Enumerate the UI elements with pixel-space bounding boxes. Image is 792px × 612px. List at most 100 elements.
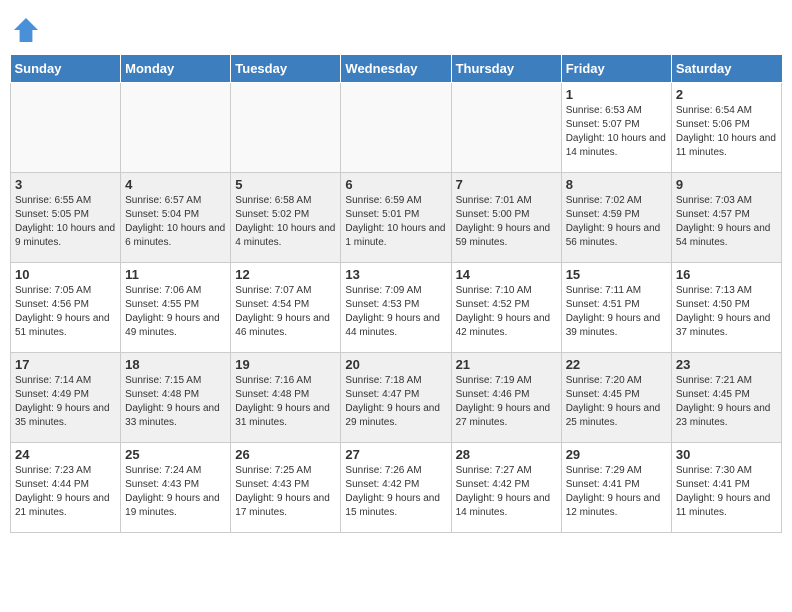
day-number: 30 [676, 447, 777, 462]
calendar-cell: 11 Sunrise: 7:06 AM Sunset: 4:55 PM Dayli… [121, 263, 231, 353]
day-info: Sunrise: 7:09 AM Sunset: 4:53 PM Dayligh… [345, 284, 446, 340]
calendar-cell: 25 Sunrise: 7:24 AM Sunset: 4:43 PM Dayli… [121, 443, 231, 533]
day-number: 15 [566, 267, 667, 282]
day-info: Sunrise: 7:21 AM Sunset: 4:45 PM Dayligh… [676, 374, 777, 430]
calendar-cell: 23 Sunrise: 7:21 AM Sunset: 4:45 PM Dayli… [671, 353, 781, 443]
calendar-cell: 27 Sunrise: 7:26 AM Sunset: 4:42 PM Dayli… [341, 443, 451, 533]
calendar-cell: 12 Sunrise: 7:07 AM Sunset: 4:54 PM Dayli… [231, 263, 341, 353]
day-number: 7 [456, 177, 557, 192]
calendar-cell: 17 Sunrise: 7:14 AM Sunset: 4:49 PM Dayli… [11, 353, 121, 443]
day-number: 12 [235, 267, 336, 282]
day-info: Sunrise: 7:13 AM Sunset: 4:50 PM Dayligh… [676, 284, 777, 340]
week-row-2: 3Sunrise: 6:55 AM Sunset: 5:05 PM Daylig… [11, 173, 782, 263]
weekday-header-sunday: Sunday [11, 55, 121, 83]
day-info: Sunrise: 7:11 AM Sunset: 4:51 PM Dayligh… [566, 284, 667, 340]
day-number: 27 [345, 447, 446, 462]
day-number: 26 [235, 447, 336, 462]
day-info: Sunrise: 7:07 AM Sunset: 4:54 PM Dayligh… [235, 284, 336, 340]
calendar-cell: 28 Sunrise: 7:27 AM Sunset: 4:42 PM Dayli… [451, 443, 561, 533]
day-info: Sunrise: 7:16 AM Sunset: 4:48 PM Dayligh… [235, 374, 336, 430]
weekday-header-saturday: Saturday [671, 55, 781, 83]
day-number: 16 [676, 267, 777, 282]
day-info: Sunrise: 6:58 AM Sunset: 5:02 PM Dayligh… [235, 194, 336, 250]
day-info: Sunrise: 7:14 AM Sunset: 4:49 PM Dayligh… [15, 374, 116, 430]
day-number: 14 [456, 267, 557, 282]
day-number: 19 [235, 357, 336, 372]
day-info: Sunrise: 6:53 AM Sunset: 5:07 PM Dayligh… [566, 104, 667, 160]
day-number: 9 [676, 177, 777, 192]
day-number: 20 [345, 357, 446, 372]
day-info: Sunrise: 6:57 AM Sunset: 5:04 PM Dayligh… [125, 194, 226, 250]
logo-icon [10, 14, 42, 46]
calendar-cell: 29Sunrise: 7:29 AM Sunset: 4:41 PM Dayli… [561, 443, 671, 533]
calendar-cell: 10 Sunrise: 7:05 AM Sunset: 4:56 PM Dayli… [11, 263, 121, 353]
day-info: Sunrise: 7:24 AM Sunset: 4:43 PM Dayligh… [125, 464, 226, 520]
day-number: 18 [125, 357, 226, 372]
weekday-header-wednesday: Wednesday [341, 55, 451, 83]
day-info: Sunrise: 7:06 AM Sunset: 4:55 PM Dayligh… [125, 284, 226, 340]
day-number: 4 [125, 177, 226, 192]
calendar-cell: 18 Sunrise: 7:15 AM Sunset: 4:48 PM Dayli… [121, 353, 231, 443]
calendar-cell: 16 Sunrise: 7:13 AM Sunset: 4:50 PM Dayli… [671, 263, 781, 353]
day-info: Sunrise: 7:20 AM Sunset: 4:45 PM Dayligh… [566, 374, 667, 430]
calendar-cell [341, 83, 451, 173]
day-info: Sunrise: 6:59 AM Sunset: 5:01 PM Dayligh… [345, 194, 446, 250]
logo [10, 14, 46, 46]
day-info: Sunrise: 7:19 AM Sunset: 4:46 PM Dayligh… [456, 374, 557, 430]
day-number: 22 [566, 357, 667, 372]
day-info: Sunrise: 7:25 AM Sunset: 4:43 PM Dayligh… [235, 464, 336, 520]
calendar-cell: 1Sunrise: 6:53 AM Sunset: 5:07 PM Daylig… [561, 83, 671, 173]
weekday-header-friday: Friday [561, 55, 671, 83]
day-number: 10 [15, 267, 116, 282]
calendar-cell: 4 Sunrise: 6:57 AM Sunset: 5:04 PM Daylig… [121, 173, 231, 263]
day-info: Sunrise: 7:29 AM Sunset: 4:41 PM Dayligh… [566, 464, 667, 520]
day-number: 6 [345, 177, 446, 192]
calendar-cell: 26 Sunrise: 7:25 AM Sunset: 4:43 PM Dayli… [231, 443, 341, 533]
calendar-cell [121, 83, 231, 173]
day-info: Sunrise: 7:15 AM Sunset: 4:48 PM Dayligh… [125, 374, 226, 430]
day-number: 2 [676, 87, 777, 102]
calendar-cell: 30 Sunrise: 7:30 AM Sunset: 4:41 PM Dayli… [671, 443, 781, 533]
day-number: 11 [125, 267, 226, 282]
day-info: Sunrise: 7:01 AM Sunset: 5:00 PM Dayligh… [456, 194, 557, 250]
calendar-cell: 6 Sunrise: 6:59 AM Sunset: 5:01 PM Daylig… [341, 173, 451, 263]
calendar-cell: 20Sunrise: 7:18 AM Sunset: 4:47 PM Dayli… [341, 353, 451, 443]
day-number: 24 [15, 447, 116, 462]
day-info: Sunrise: 7:05 AM Sunset: 4:56 PM Dayligh… [15, 284, 116, 340]
weekday-header-tuesday: Tuesday [231, 55, 341, 83]
day-info: Sunrise: 7:10 AM Sunset: 4:52 PM Dayligh… [456, 284, 557, 340]
day-info: Sunrise: 7:02 AM Sunset: 4:59 PM Dayligh… [566, 194, 667, 250]
day-number: 13 [345, 267, 446, 282]
week-row-3: 10 Sunrise: 7:05 AM Sunset: 4:56 PM Dayli… [11, 263, 782, 353]
calendar-cell [231, 83, 341, 173]
week-row-1: 1Sunrise: 6:53 AM Sunset: 5:07 PM Daylig… [11, 83, 782, 173]
week-row-5: 24Sunrise: 7:23 AM Sunset: 4:44 PM Dayli… [11, 443, 782, 533]
calendar-cell: 2 Sunrise: 6:54 AM Sunset: 5:06 PM Daylig… [671, 83, 781, 173]
day-number: 17 [15, 357, 116, 372]
page-header [10, 10, 782, 46]
calendar-cell: 19 Sunrise: 7:16 AM Sunset: 4:48 PM Dayli… [231, 353, 341, 443]
calendar-table: SundayMondayTuesdayWednesdayThursdayFrid… [10, 54, 782, 533]
calendar-cell: 3Sunrise: 6:55 AM Sunset: 5:05 PM Daylig… [11, 173, 121, 263]
day-number: 25 [125, 447, 226, 462]
calendar-cell: 24Sunrise: 7:23 AM Sunset: 4:44 PM Dayli… [11, 443, 121, 533]
day-number: 5 [235, 177, 336, 192]
day-number: 21 [456, 357, 557, 372]
day-number: 28 [456, 447, 557, 462]
calendar-cell: 14 Sunrise: 7:10 AM Sunset: 4:52 PM Dayli… [451, 263, 561, 353]
calendar-cell: 13 Sunrise: 7:09 AM Sunset: 4:53 PM Dayli… [341, 263, 451, 353]
day-info: Sunrise: 7:30 AM Sunset: 4:41 PM Dayligh… [676, 464, 777, 520]
calendar-cell: 15 Sunrise: 7:11 AM Sunset: 4:51 PM Dayli… [561, 263, 671, 353]
day-info: Sunrise: 6:54 AM Sunset: 5:06 PM Dayligh… [676, 104, 777, 160]
day-number: 23 [676, 357, 777, 372]
day-info: Sunrise: 7:26 AM Sunset: 4:42 PM Dayligh… [345, 464, 446, 520]
calendar-cell [11, 83, 121, 173]
weekday-header-thursday: Thursday [451, 55, 561, 83]
calendar-cell: 9 Sunrise: 7:03 AM Sunset: 4:57 PM Daylig… [671, 173, 781, 263]
day-info: Sunrise: 6:55 AM Sunset: 5:05 PM Dayligh… [15, 194, 116, 250]
day-info: Sunrise: 7:03 AM Sunset: 4:57 PM Dayligh… [676, 194, 777, 250]
calendar-cell [451, 83, 561, 173]
day-number: 8 [566, 177, 667, 192]
calendar-cell: 22 Sunrise: 7:20 AM Sunset: 4:45 PM Dayli… [561, 353, 671, 443]
day-info: Sunrise: 7:27 AM Sunset: 4:42 PM Dayligh… [456, 464, 557, 520]
